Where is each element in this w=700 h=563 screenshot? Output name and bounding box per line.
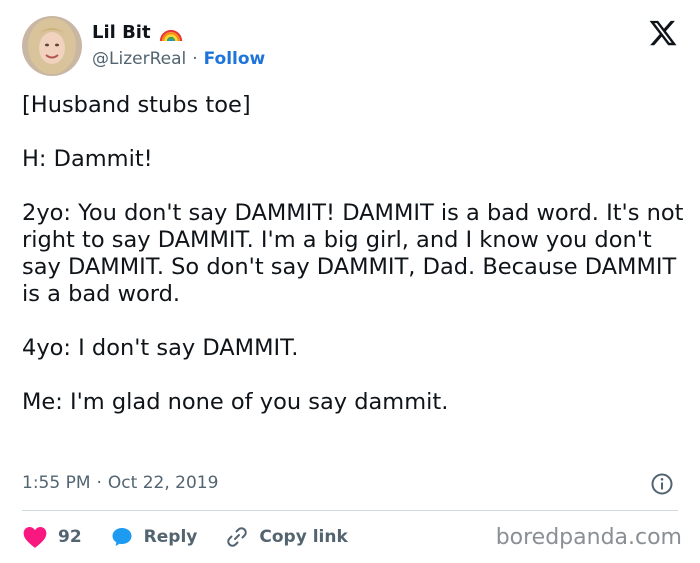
tweet-time[interactable]: 1:55 PM — [22, 473, 91, 493]
handle-row: @LizerReal · Follow — [92, 49, 265, 69]
reply-button[interactable]: Reply — [110, 525, 198, 549]
copy-link-button[interactable]: Copy link — [225, 525, 348, 549]
tweet-card: Lil Bit @LizerReal · Follow [Husband stu… — [0, 0, 700, 563]
timestamp-separator: · — [96, 473, 102, 493]
tweet-text: [Husband stubs toe] H: Dammit! 2yo: You … — [22, 92, 687, 416]
user-handle[interactable]: @LizerReal — [92, 49, 186, 69]
timestamp: 1:55 PM · Oct 22, 2019 — [22, 473, 218, 493]
reply-label: Reply — [143, 527, 198, 547]
display-name[interactable]: Lil Bit — [92, 22, 151, 43]
copy-link-label: Copy link — [259, 527, 348, 547]
follow-button[interactable]: Follow — [204, 49, 266, 69]
tweet-date[interactable]: Oct 22, 2019 — [108, 473, 219, 493]
speech-bubble-icon — [112, 528, 132, 546]
heart-icon — [23, 527, 47, 548]
link-icon — [227, 527, 248, 547]
tweet-line-1: [Husband stubs toe] — [22, 92, 251, 118]
avatar[interactable] — [22, 16, 82, 76]
divider — [22, 510, 678, 511]
x-logo-icon[interactable] — [648, 18, 678, 48]
separator-dot: · — [192, 49, 198, 69]
like-button[interactable]: 92 — [22, 525, 82, 549]
info-icon[interactable] — [650, 472, 674, 496]
tweet-line-2: H: Dammit! — [22, 146, 153, 172]
tweet-line-3: 2yo: You don't say DAMMIT! DAMMIT is a b… — [22, 200, 684, 307]
watermark: boredpanda.com — [495, 525, 682, 550]
name-row: Lil Bit — [92, 22, 183, 43]
action-bar: 92 Reply Copy link — [22, 522, 376, 552]
rainbow-icon — [159, 29, 182, 41]
tweet-line-4: 4yo: I don't say DAMMIT. — [22, 335, 299, 361]
tweet-line-5: Me: I'm glad none of you say dammit. — [22, 389, 449, 415]
like-count: 92 — [58, 527, 82, 547]
